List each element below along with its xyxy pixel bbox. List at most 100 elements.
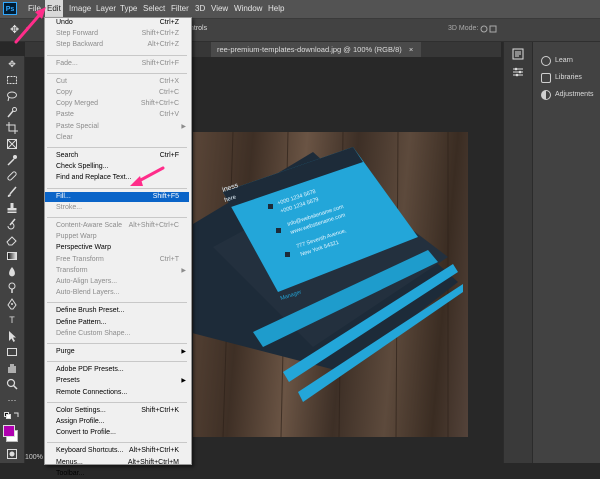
quick-select-tool-icon[interactable] [6,106,18,118]
properties-panel-icon[interactable] [512,66,524,78]
quick-mask-icon[interactable] [6,448,18,460]
learn-label[interactable]: Learn [555,57,573,64]
clone-stamp-tool-icon[interactable] [6,202,18,214]
menu-view[interactable]: View [209,0,230,18]
menu-item-define-brush-preset[interactable]: Define Brush Preset... [45,306,189,316]
learn-icon[interactable] [541,56,551,66]
menu-item-cut[interactable]: Cut Ctrl+X [45,77,189,87]
menu-item-search[interactable]: Search Ctrl+F [45,151,189,161]
libraries-icon[interactable] [541,73,551,83]
marquee-tool-icon[interactable] [6,74,18,86]
menu-item-fade[interactable]: Fade... Shift+Ctrl+F [45,59,189,69]
menu-item-purge[interactable]: Purge ▶ [45,347,189,357]
healing-brush-tool-icon[interactable] [6,170,18,182]
menu-item-transform[interactable]: Transform ▶ [45,266,189,276]
gradient-tool-icon[interactable] [6,250,18,262]
document-image[interactable]: iness here +000 1234 5678 +000 1234 5679… [193,132,468,437]
close-tab-icon[interactable]: × [409,45,413,54]
menu-item-label: Adobe PDF Presets... [56,366,124,374]
menu-item-find-and-replace-text[interactable]: Find and Replace Text... [45,173,189,183]
default-colors-icon[interactable] [4,412,20,420]
brush-tool-icon[interactable] [6,186,18,198]
menu-item-clear[interactable]: Clear [45,133,189,143]
menu-filter[interactable]: Filter [169,0,191,18]
history-panel-icon[interactable] [512,48,524,60]
adjustments-label[interactable]: Adjustments [555,91,594,98]
menu-item-stroke[interactable]: Stroke... [45,203,189,213]
menu-item-free-transform[interactable]: Free Transform Ctrl+T [45,255,189,265]
menu-item-label: Cut [56,77,67,85]
menu-item-undo[interactable]: Undo Ctrl+Z [45,18,189,28]
menu-item-define-custom-shape[interactable]: Define Custom Shape... [45,329,189,339]
menu-item-paste-special[interactable]: Paste Special ▶ [45,122,189,132]
menu-image[interactable]: Image [67,0,93,18]
history-brush-tool-icon[interactable] [6,218,18,230]
menu-item-step-forward[interactable]: Step Forward Shift+Ctrl+Z [45,29,189,39]
photoshop-logo[interactable]: Ps [3,2,17,15]
menu-item-puppet-warp[interactable]: Puppet Warp [45,232,189,242]
menu-item-label: Perspective Warp [56,244,111,252]
menu-item-content-aware-scale[interactable]: Content-Aware Scale Alt+Shift+Ctrl+C [45,221,189,231]
menu-item-keyboard-shortcuts[interactable]: Keyboard Shortcuts... Alt+Shift+Ctrl+K [45,446,189,456]
foreground-color-swatch[interactable] [3,425,15,437]
type-tool-icon[interactable]: T [6,314,18,326]
eraser-tool-icon[interactable] [6,234,18,246]
blur-tool-icon[interactable] [6,266,18,278]
menu-item-check-spelling[interactable]: Check Spelling... [45,162,189,172]
menu-item-label: Purge [56,348,75,355]
rectangle-tool-icon[interactable] [6,346,18,358]
menu-item-assign-profile[interactable]: Assign Profile... [45,417,189,427]
move-tool-icon[interactable]: ✥ [6,58,18,70]
menu-item-label: Copy Merged [56,100,99,108]
menu-edit[interactable]: Edit [45,0,63,18]
menu-item-shortcut: Alt+Shift+Ctrl+C [128,222,179,229]
menu-separator [47,54,187,56]
menu-type[interactable]: Type [118,0,139,18]
libraries-label[interactable]: Libraries [555,74,582,81]
dodge-tool-icon[interactable] [6,282,18,294]
menu-item-shortcut: Ctrl+X [159,77,179,85]
menu-item-auto-align-layers[interactable]: Auto-Align Layers... [45,277,189,287]
menu-window[interactable]: Window [232,0,264,18]
menu-file[interactable]: File [26,0,43,18]
menu-item-remote-connections[interactable]: Remote Connections... [45,388,189,398]
menu-item-color-settings[interactable]: Color Settings... Shift+Ctrl+K [45,406,189,416]
menu-item-perspective-warp[interactable]: Perspective Warp [45,243,189,253]
submenu-arrow-icon: ▶ [181,267,186,274]
frame-tool-icon[interactable] [6,138,18,150]
crop-tool-icon[interactable] [6,122,18,134]
lasso-tool-icon[interactable] [6,90,18,102]
document-tab[interactable]: ree-premium-templates-download.jpg @ 100… [211,42,422,57]
menu-item-label: Presets [56,377,80,385]
transform-controls-label[interactable]: ntrols [190,25,207,32]
menu-item-paste[interactable]: Paste Ctrl+V [45,110,189,120]
menu-item-label: Define Brush Preset... [56,307,125,315]
menu-item-label: Check Spelling... [56,163,109,171]
menu-layer[interactable]: Layer [94,0,118,18]
adjustments-icon[interactable] [541,90,551,100]
tool-preset-dropdown-icon[interactable]: ▾ [26,25,30,33]
menu-item-adobe-pdf-presets[interactable]: Adobe PDF Presets... [45,365,189,375]
menu-item-define-pattern[interactable]: Define Pattern... [45,318,189,328]
eyedropper-tool-icon[interactable] [6,154,18,166]
menu-item-auto-blend-layers[interactable]: Auto-Blend Layers... [45,288,189,298]
menu-3d[interactable]: 3D [193,0,207,18]
menu-item-fill[interactable]: Fill... Shift+F5 [45,191,189,202]
menu-item-convert-to-profile[interactable]: Convert to Profile... [45,428,189,438]
move-tool-icon: ✥ [10,24,20,36]
menu-item-shortcut: Shift+Ctrl+Z [141,30,179,38]
menu-select[interactable]: Select [141,0,167,18]
3d-mode-icons[interactable] [480,23,498,35]
menu-help[interactable]: Help [266,0,286,18]
menu-item-toolbar[interactable]: Toolbar... [45,469,189,479]
menu-item-step-backward[interactable]: Step Backward Alt+Ctrl+Z [45,40,189,50]
menu-item-copy-merged[interactable]: Copy Merged Shift+Ctrl+C [45,99,189,109]
path-selection-tool-icon[interactable] [6,330,18,342]
zoom-tool-icon[interactable] [6,378,18,390]
menu-separator [47,361,187,363]
pen-tool-icon[interactable] [6,298,18,310]
more-tools-icon[interactable]: ⋯ [6,394,18,406]
menu-item-copy[interactable]: Copy Ctrl+C [45,88,189,98]
menu-item-presets[interactable]: Presets ▶ [45,376,189,386]
hand-tool-icon[interactable] [6,362,18,374]
